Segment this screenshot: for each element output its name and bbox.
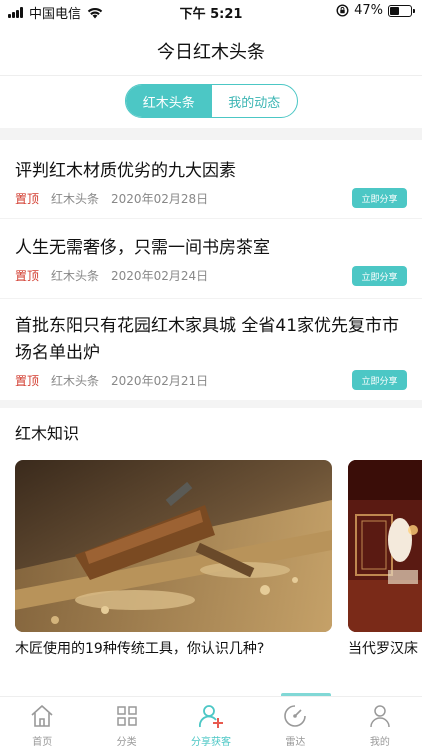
pinned-badge: 置顶 [15,373,40,388]
section-divider [0,400,422,408]
news-source: 红木头条 [51,373,100,388]
woodworking-tools-image [15,460,332,632]
segment-tabs: 红木头条 我的动态 [125,84,298,118]
person-icon [370,705,390,728]
tab-label: 分享获客 [191,737,232,748]
tab-hongmu-headlines[interactable]: 红木头条 [126,85,212,117]
radar-icon [284,705,307,727]
tab-label: 分类 [116,737,137,748]
news-date: 2020年02月21日 [111,373,209,388]
tab-profile[interactable]: 我的 [338,697,422,750]
section-divider [0,128,422,140]
pinned-badge: 置顶 [15,268,40,283]
luohan-bed-image [348,460,422,632]
page-title: 今日红木头条 [157,42,265,63]
tab-category[interactable]: 分类 [84,697,168,750]
tab-my-activity[interactable]: 我的动态 [212,85,298,117]
article-card-caption[interactable]: 当代罗汉床 [348,638,418,658]
header-divider [0,75,422,76]
news-meta: 置顶 红木头条 2020年02月28日 [15,190,208,206]
home-icon [31,705,53,727]
knowledge-section-title: 红木知识 [15,424,80,443]
tab-radar[interactable]: 雷达 [253,697,337,750]
news-title[interactable]: 人生无需奢侈，只需一间书房茶室 [15,235,410,262]
battery-icon [388,4,415,17]
share-button[interactable]: 立即分享 [352,266,407,286]
orientation-lock-icon [336,4,349,17]
status-bar: 中国电信 下午 5:21 47% [0,0,422,22]
article-card-caption[interactable]: 木匠使用的19种传统工具，你认识几种? [15,638,264,658]
battery-percent: 47% [354,3,383,18]
news-meta: 置顶 红木头条 2020年02月24日 [15,267,208,283]
news-date: 2020年02月24日 [111,268,209,283]
news-source: 红木头条 [51,191,100,206]
tab-label: 首页 [32,737,53,748]
tab-share-customers[interactable]: 分享获客 [169,697,253,750]
tab-label: 我的 [369,737,390,748]
add-user-icon [199,705,224,728]
row-divider [0,218,422,219]
share-button[interactable]: 立即分享 [352,188,407,208]
pinned-badge: 置顶 [15,191,40,206]
news-title[interactable]: 评判红木材质优劣的九大因素 [15,158,410,185]
news-meta: 置顶 红木头条 2020年02月21日 [15,372,208,388]
status-right: 47% [336,3,415,18]
tab-label: 雷达 [285,737,306,748]
news-source: 红木头条 [51,268,100,283]
grid-icon [116,706,137,726]
tab-home[interactable]: 首页 [0,697,84,750]
bottom-tab-bar: 首页 分类 分享获客 雷达 我的 [0,696,422,750]
article-card-image[interactable] [15,460,332,632]
news-date: 2020年02月28日 [111,191,209,206]
share-button[interactable]: 立即分享 [352,370,407,390]
article-card-image[interactable] [348,460,422,632]
row-divider [0,298,422,299]
news-title[interactable]: 首批东阳只有花园红木家具城 全省41家优先复市市场名单出炉 [15,313,410,367]
